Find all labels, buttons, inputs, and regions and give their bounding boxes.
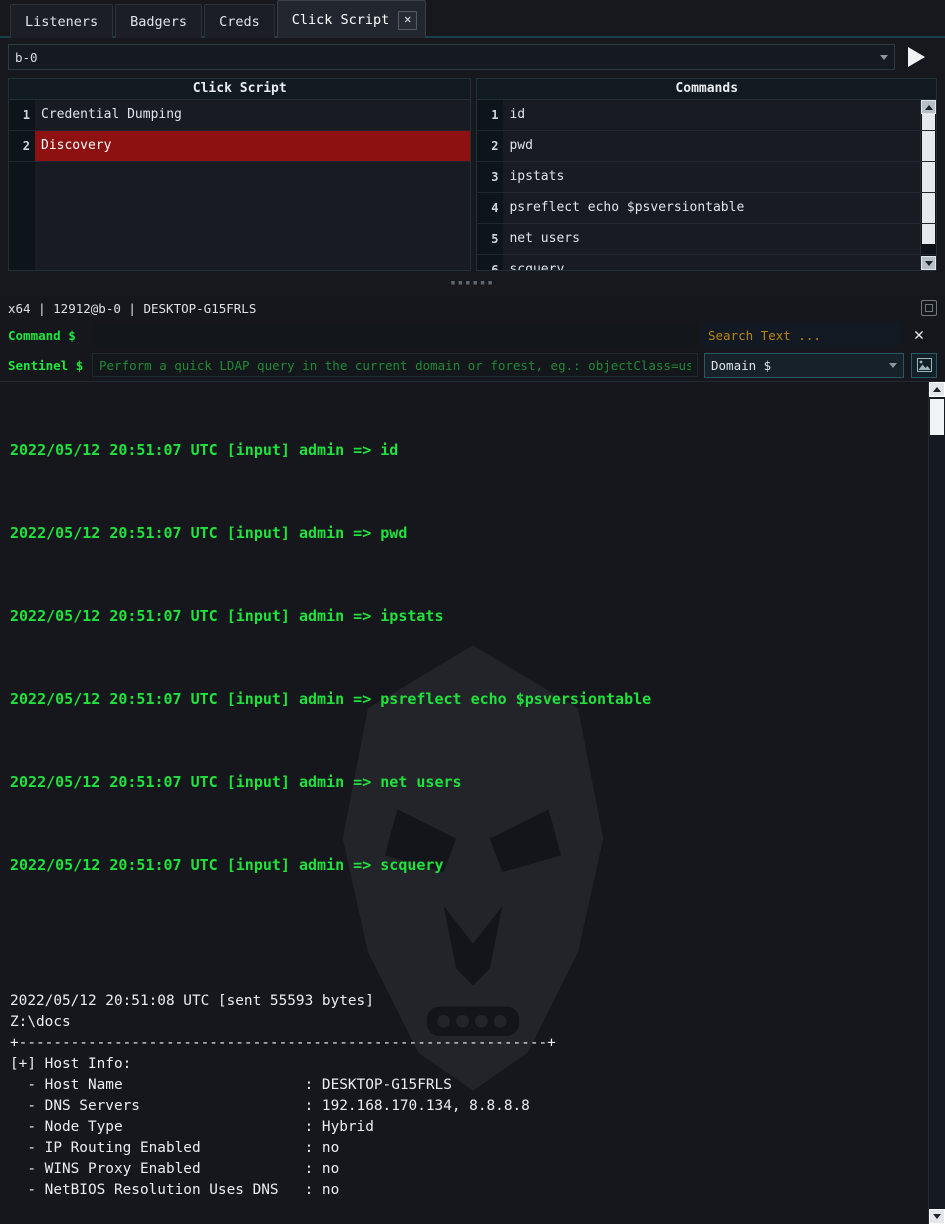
- agent-console: x64 | 12912@b-0 | DESKTOP-G15FRLS Comman…: [0, 295, 945, 1224]
- script-tables: Click Script 1 Credential Dumping 2 Disc…: [8, 78, 937, 271]
- agent-selector-combo[interactable]: b-0: [8, 44, 895, 70]
- scrollbar-track[interactable]: [929, 397, 945, 1209]
- chevron-up-icon: [933, 387, 941, 392]
- pane-splitter[interactable]: ▪▪▪▪▪▪: [0, 271, 945, 295]
- chevron-down-icon: [889, 362, 897, 368]
- screenshot-button[interactable]: [911, 352, 937, 378]
- command-input-row: Command $ ✕: [0, 321, 945, 349]
- tab-label: Creds: [219, 14, 260, 30]
- terminal-output-block: 2022/05/12 20:51:08 UTC [sent 55593 byte…: [10, 993, 556, 1198]
- row-label: id: [509, 107, 526, 122]
- scroll-down-button[interactable]: [929, 1209, 945, 1224]
- commands-table-body: 1 id 2 pwd 3 ipstats 4 psreflect echo $p…: [477, 100, 936, 270]
- row-number: 4: [477, 193, 504, 223]
- agent-selector-value: b-0: [15, 49, 38, 65]
- session-info-text: x64 | 12912@b-0 | DESKTOP-G15FRLS: [8, 300, 257, 316]
- sentinel-label: Sentinel $: [8, 357, 84, 373]
- tab-listeners[interactable]: Listeners: [10, 4, 114, 38]
- terminal-output-area: 2022/05/12 20:51:07 UTC [input] admin =>…: [0, 381, 945, 1224]
- application-window: Listeners Badgers Creds Click Script ✕ b-…: [0, 0, 945, 1224]
- terminal-scrollbar[interactable]: [928, 382, 945, 1224]
- row-label: Discovery: [35, 131, 471, 161]
- row-number: 2: [9, 131, 35, 161]
- row-label: ipstats: [509, 169, 565, 184]
- sentinel-input-row: Sentinel $ Domain $: [0, 351, 945, 379]
- tab-label: Listeners: [25, 14, 99, 30]
- table-row[interactable]: 1 Credential Dumping: [9, 100, 471, 131]
- click-script-table: Click Script 1 Credential Dumping 2 Disc…: [8, 78, 472, 271]
- domain-selector-combo[interactable]: Domain $: [704, 352, 904, 378]
- commands-table: Commands 1 id 2 pwd 3 ipstats 4 psreflec…: [476, 78, 937, 271]
- tab-label: Click Script: [291, 12, 390, 28]
- row-label: scquery: [509, 262, 565, 270]
- close-icon[interactable]: ✕: [398, 10, 418, 30]
- table-row[interactable]: 1 id: [477, 100, 936, 131]
- chevron-down-icon: [933, 1214, 941, 1219]
- row-label: psreflect echo $psversiontable: [509, 200, 745, 215]
- run-script-button[interactable]: [895, 44, 937, 70]
- table-row[interactable]: 6 scquery: [477, 255, 936, 270]
- table-row[interactable]: 4 psreflect echo $psversiontable: [477, 193, 936, 224]
- table-row[interactable]: 2 pwd: [477, 131, 936, 162]
- row-number: 5: [477, 224, 504, 254]
- terminal-input-line: 2022/05/12 20:51:07 UTC [input] admin =>…: [10, 524, 408, 542]
- command-input[interactable]: [92, 323, 695, 347]
- terminal-input-line: 2022/05/12 20:51:07 UTC [input] admin =>…: [10, 441, 399, 459]
- terminal-input-line: 2022/05/12 20:51:07 UTC [input] admin =>…: [10, 690, 652, 708]
- terminal-input-line: 2022/05/12 20:51:07 UTC [input] admin =>…: [10, 607, 444, 625]
- row-number: 2: [477, 131, 504, 161]
- click-script-pane: b-0 Click Script 1 Credential Dumping 2 …: [0, 38, 945, 271]
- session-info-bar: x64 | 12912@b-0 | DESKTOP-G15FRLS: [0, 295, 945, 321]
- scroll-up-button[interactable]: [929, 382, 945, 397]
- table-row[interactable]: 2 Discovery: [9, 131, 471, 162]
- row-label: Credential Dumping: [41, 107, 182, 122]
- command-label: Command $: [8, 327, 76, 343]
- chevron-down-icon: [880, 54, 888, 60]
- terminal-text[interactable]: 2022/05/12 20:51:07 UTC [input] admin =>…: [0, 382, 945, 1224]
- click-script-table-body: 1 Credential Dumping 2 Discovery: [9, 100, 471, 270]
- row-number: 1: [477, 100, 504, 130]
- domain-selector-value: Domain $: [711, 357, 772, 373]
- image-icon: [916, 358, 932, 372]
- scrollbar-thumb[interactable]: [930, 399, 944, 435]
- search-input[interactable]: [701, 323, 901, 347]
- sentinel-input[interactable]: [92, 353, 698, 377]
- tab-label: Badgers: [130, 14, 188, 30]
- table-row[interactable]: 5 net users: [477, 224, 936, 255]
- splitter-grip-icon: ▪▪▪▪▪▪: [450, 277, 495, 288]
- row-number: 1: [9, 100, 35, 130]
- main-tab-bar: Listeners Badgers Creds Click Script ✕: [0, 0, 945, 38]
- row-number: 3: [477, 162, 504, 192]
- row-label: net users: [509, 231, 580, 246]
- tab-click-script[interactable]: Click Script ✕: [276, 0, 427, 38]
- tab-badgers[interactable]: Badgers: [115, 4, 203, 38]
- click-script-table-header: Click Script: [9, 79, 471, 100]
- row-label: pwd: [509, 138, 533, 153]
- commands-table-header: Commands: [477, 79, 936, 100]
- close-search-button[interactable]: ✕: [901, 323, 937, 347]
- play-icon: [907, 47, 925, 67]
- table-row[interactable]: 3 ipstats: [477, 162, 936, 193]
- terminal-input-line: 2022/05/12 20:51:07 UTC [input] admin =>…: [10, 773, 462, 791]
- row-number: 6: [477, 255, 504, 270]
- terminal-input-line: 2022/05/12 20:51:07 UTC [input] admin =>…: [10, 856, 444, 874]
- tab-creds[interactable]: Creds: [204, 4, 275, 38]
- agent-selector-row: b-0: [8, 44, 937, 70]
- popout-icon[interactable]: [921, 300, 937, 316]
